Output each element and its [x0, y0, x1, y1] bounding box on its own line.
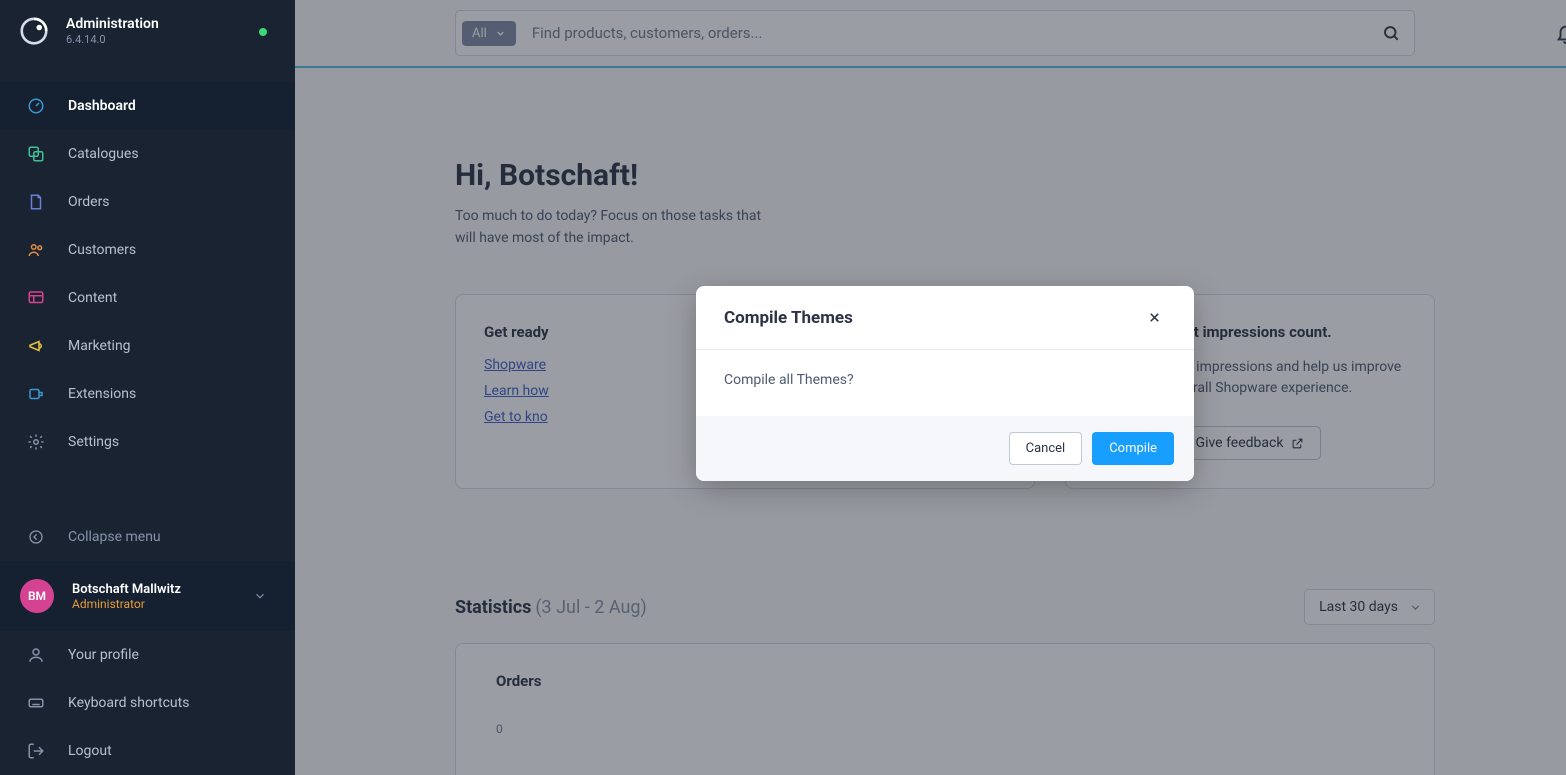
bottom-item-profile[interactable]: Your profile: [0, 631, 295, 679]
keyboard-icon: [26, 693, 46, 713]
close-button[interactable]: [1143, 306, 1166, 329]
avatar: BM: [20, 579, 54, 613]
status-indicator: [259, 28, 267, 36]
main: All Hi, Botschaft! Too much to do today?…: [295, 0, 1566, 775]
nav-label: Extensions: [68, 386, 136, 402]
logout-icon: [26, 741, 46, 761]
modal-body: Compile all Themes?: [696, 350, 1194, 416]
catalogues-icon: [26, 144, 46, 164]
compile-button[interactable]: Compile: [1092, 432, 1174, 465]
app-version: 6.4.14.0: [66, 33, 159, 46]
nav-item-dashboard[interactable]: Dashboard: [0, 82, 295, 130]
collapse-menu[interactable]: Collapse menu: [0, 513, 295, 561]
user-block[interactable]: BM Botschaft Mallwitz Administrator: [0, 561, 295, 631]
close-icon: [1147, 310, 1162, 325]
extensions-icon: [26, 384, 46, 404]
nav-label: Dashboard: [68, 98, 136, 114]
user-role: Administrator: [72, 597, 181, 611]
bottom-list: Your profile Keyboard shortcuts Logout: [0, 631, 295, 775]
logo-icon: [20, 17, 48, 45]
dashboard-icon: [26, 96, 46, 116]
bottom-label: Your profile: [68, 647, 139, 663]
content-icon: [26, 288, 46, 308]
collapse-icon: [26, 527, 46, 547]
nav-list: Dashboard Catalogues Orders Customers Co…: [0, 82, 295, 466]
collapse-label: Collapse menu: [68, 529, 161, 545]
nav-item-content[interactable]: Content: [0, 274, 295, 322]
nav-item-marketing[interactable]: Marketing: [0, 322, 295, 370]
nav-item-extensions[interactable]: Extensions: [0, 370, 295, 418]
orders-icon: [26, 192, 46, 212]
bottom-item-logout[interactable]: Logout: [0, 727, 295, 775]
app-title: Administration: [66, 16, 159, 33]
nav-label: Settings: [68, 434, 119, 450]
bottom-item-keyboard[interactable]: Keyboard shortcuts: [0, 679, 295, 727]
nav-item-orders[interactable]: Orders: [0, 178, 295, 226]
modal-header: Compile Themes: [696, 286, 1194, 350]
modal: Compile Themes Compile all Themes? Cance…: [696, 286, 1194, 481]
nav-label: Customers: [68, 242, 136, 258]
nav-item-customers[interactable]: Customers: [0, 226, 295, 274]
gear-icon: [26, 432, 46, 452]
nav-item-catalogues[interactable]: Catalogues: [0, 130, 295, 178]
sidebar-header: Administration 6.4.14.0: [0, 0, 295, 62]
nav-label: Orders: [68, 194, 110, 210]
nav-label: Catalogues: [68, 146, 139, 162]
bottom-label: Keyboard shortcuts: [68, 695, 189, 711]
modal-footer: Cancel Compile: [696, 416, 1194, 481]
modal-title: Compile Themes: [724, 308, 853, 328]
customers-icon: [26, 240, 46, 260]
cancel-button[interactable]: Cancel: [1009, 432, 1083, 465]
sidebar: Administration 6.4.14.0 Dashboard Catalo…: [0, 0, 295, 775]
bottom-label: Logout: [68, 743, 112, 759]
chevron-down-icon: [253, 589, 267, 603]
nav-label: Content: [68, 290, 117, 306]
nav-label: Marketing: [68, 338, 131, 354]
nav-item-settings[interactable]: Settings: [0, 418, 295, 466]
profile-icon: [26, 645, 46, 665]
modal-overlay[interactable]: Compile Themes Compile all Themes? Cance…: [295, 0, 1566, 775]
marketing-icon: [26, 336, 46, 356]
user-name: Botschaft Mallwitz: [72, 582, 181, 597]
